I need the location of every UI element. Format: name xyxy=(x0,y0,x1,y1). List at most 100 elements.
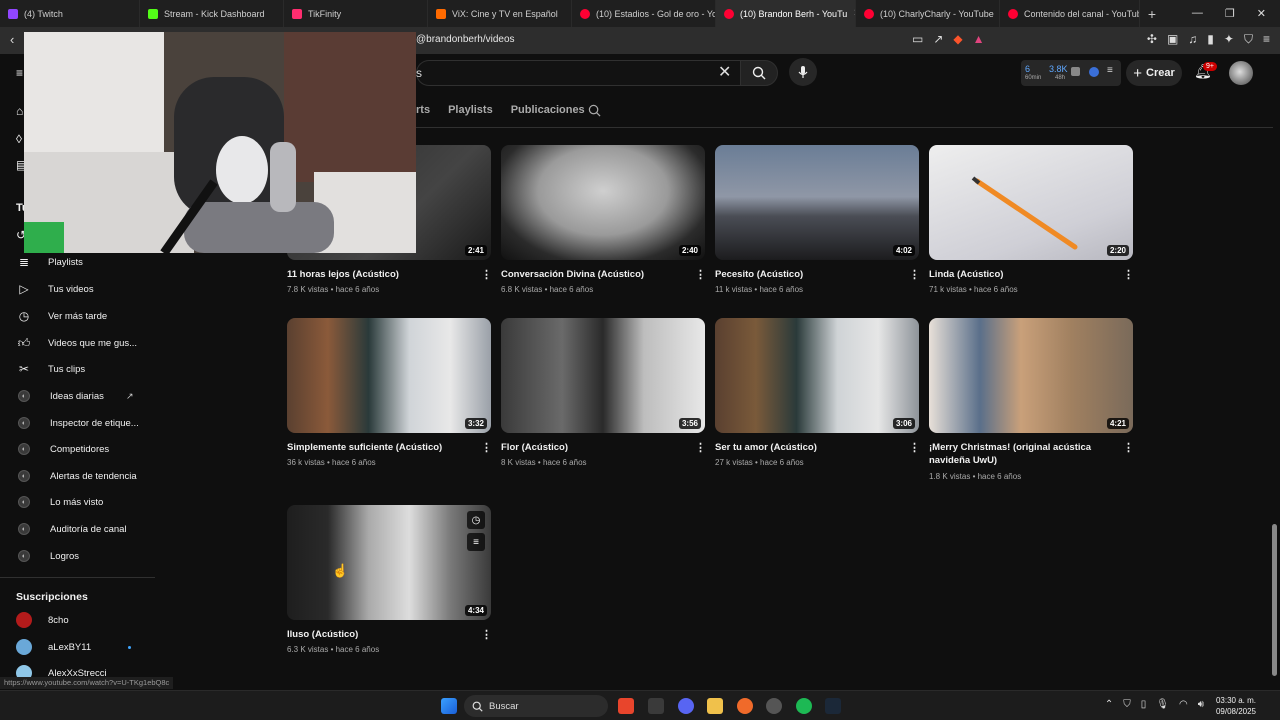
shorts-icon[interactable]: ◊ xyxy=(16,132,22,146)
back-icon[interactable]: ‹ xyxy=(10,32,14,47)
sidebar-icon[interactable]: ▮ xyxy=(1207,32,1214,47)
capcut-icon[interactable] xyxy=(648,698,664,714)
add-to-queue-icon[interactable]: ≡ xyxy=(467,533,485,551)
browser-tab[interactable]: TikFinity xyxy=(284,0,428,27)
cast-icon[interactable]: ▭ xyxy=(912,32,923,46)
subscription-item[interactable]: 8cho xyxy=(0,607,155,633)
more-options-icon[interactable]: ⋮ xyxy=(1123,268,1134,281)
microphone-icon[interactable]: 🎙︎ xyxy=(1156,699,1169,710)
discord-icon[interactable] xyxy=(678,698,694,714)
video-title[interactable]: 11 horas lejos (Acústico) xyxy=(287,268,467,281)
close-window-icon[interactable]: ✕ xyxy=(1257,7,1266,20)
home-icon[interactable]: ⌂ xyxy=(16,104,23,118)
url-text[interactable]: @brandonberh/videos xyxy=(416,34,515,45)
sidebar-item-trend-alerts[interactable]: ◐ Alertas de tendencia xyxy=(0,463,155,489)
browser-tab[interactable]: Stream - Kick Dashboard xyxy=(140,0,284,27)
video-card[interactable]: 4:21 ¡Merry Christmas! (original acústic… xyxy=(929,318,1134,490)
wifi-icon[interactable]: ◠ xyxy=(1179,699,1188,710)
video-title[interactable]: Pecesito (Acústico) xyxy=(715,268,895,281)
browser-tab[interactable]: ViX: Cine y TV en Español xyxy=(428,0,572,27)
more-options-icon[interactable]: ⋮ xyxy=(695,441,706,454)
video-card[interactable]: ◷ ≡ 4:34 Iluso (Acústico) 6.3 K vistas •… xyxy=(287,505,492,665)
video-thumbnail[interactable]: 2:20 xyxy=(929,145,1133,260)
video-title[interactable]: Linda (Acústico) xyxy=(929,268,1109,281)
search-input[interactable] xyxy=(416,60,740,86)
sidebar-item-most-viewed[interactable]: ◐ Lo más visto xyxy=(0,489,155,515)
usb-icon[interactable]: ▯ xyxy=(1141,699,1147,710)
sidebar-item-watch-later[interactable]: ◷ Ver más tarde xyxy=(0,303,155,329)
steam-icon[interactable] xyxy=(825,698,841,714)
tab-search-icon[interactable]: ▣ xyxy=(1167,32,1178,47)
watch-later-icon[interactable]: ◷ xyxy=(467,511,485,529)
video-thumbnail[interactable]: 3:06 xyxy=(715,318,919,433)
channel-search-icon[interactable] xyxy=(588,104,601,120)
clear-search-icon[interactable]: ✕ xyxy=(718,62,731,82)
share-icon[interactable]: ↗ xyxy=(933,32,943,46)
video-thumbnail[interactable]: ◷ ≡ 4:34 xyxy=(287,505,491,620)
security-icon[interactable]: ⛉ xyxy=(1123,699,1131,710)
more-options-icon[interactable]: ⋮ xyxy=(481,268,492,281)
video-title[interactable]: Ser tu amor (Acústico) xyxy=(715,441,895,454)
browser-tab[interactable]: (10) Estadios - Gol de oro - Yo xyxy=(572,0,716,27)
video-title[interactable]: Iluso (Acústico) xyxy=(287,628,467,641)
music-icon[interactable]: ♫ xyxy=(1188,32,1197,47)
voice-search-button[interactable] xyxy=(789,58,817,86)
stats-widget[interactable]: 6 60min 3.8K 48h ≡ xyxy=(1021,60,1121,86)
video-thumbnail[interactable]: 3:56 xyxy=(501,318,705,433)
subscription-item[interactable]: aLexBY11 xyxy=(0,634,155,660)
video-title[interactable]: Conversación Divina (Acústico) xyxy=(501,268,681,281)
more-options-icon[interactable]: ⋮ xyxy=(695,268,706,281)
search-button[interactable] xyxy=(740,60,778,86)
sidebar-item-channel-audit[interactable]: ◐ Auditoría de canal xyxy=(0,516,155,542)
extensions-icon[interactable]: ✣ xyxy=(1147,32,1157,47)
sidebar-item-competitors[interactable]: ◐ Competidores xyxy=(0,436,155,462)
create-button[interactable]: + Crear xyxy=(1126,60,1182,86)
minimize-icon[interactable]: — xyxy=(1192,7,1203,20)
menu-icon[interactable]: ≡ xyxy=(1263,32,1270,47)
browser-tab[interactable]: (4) Twitch xyxy=(0,0,140,27)
more-options-icon[interactable]: ⋮ xyxy=(909,441,920,454)
restore-icon[interactable]: ❐ xyxy=(1225,7,1235,20)
spotify-icon[interactable] xyxy=(796,698,812,714)
subscriptions-heading[interactable]: Suscripciones xyxy=(16,591,88,603)
more-options-icon[interactable]: ⋮ xyxy=(1123,441,1134,454)
sidebar-item-clips[interactable]: ✂ Tus clips xyxy=(0,356,155,382)
page-scrollbar[interactable] xyxy=(1272,524,1277,676)
new-tab-button[interactable]: + xyxy=(1140,6,1164,22)
video-thumbnail[interactable]: 4:02 xyxy=(715,145,919,260)
more-options-icon[interactable]: ⋮ xyxy=(481,628,492,641)
hamburger-menu-icon[interactable]: ≡ xyxy=(16,66,23,80)
tab-posts[interactable]: Publicaciones xyxy=(511,104,585,116)
video-thumbnail[interactable]: 4:21 xyxy=(929,318,1133,433)
browser-tab[interactable]: Contenido del canal - YouTube xyxy=(1000,0,1140,27)
sidebar-item-tag-inspector[interactable]: ◐ Inspector de etique... xyxy=(0,410,155,436)
browser-tab[interactable]: (10) CharlyCharly - YouTube xyxy=(856,0,1000,27)
brave-icon[interactable] xyxy=(618,698,634,714)
tab-playlists[interactable]: Playlists xyxy=(448,104,493,116)
video-card[interactable]: 3:06 Ser tu amor (Acústico) 27 k vistas … xyxy=(715,318,920,478)
vpn-icon[interactable]: ⛉ xyxy=(1244,32,1253,47)
taskbar-clock[interactable]: 03:30 a. m. 09/08/2025 xyxy=(1216,695,1256,717)
video-card[interactable]: 4:02 Pecesito (Acústico) 11 k vistas • h… xyxy=(715,145,920,305)
video-title[interactable]: Simplemente suficiente (Acústico) xyxy=(287,441,467,454)
avatar[interactable] xyxy=(1229,61,1253,85)
video-title[interactable]: Flor (Acústico) xyxy=(501,441,681,454)
video-card[interactable]: 2:20 Linda (Acústico) 71 k vistas • hace… xyxy=(929,145,1134,305)
more-options-icon[interactable]: ⋮ xyxy=(909,268,920,281)
sidebar-item-daily-ideas[interactable]: ◐ Ideas diarias ↗ xyxy=(0,383,155,409)
video-title[interactable]: ¡Merry Christmas! (original acústica navi… xyxy=(929,441,1109,467)
video-card[interactable]: 3:32 Simplemente suficiente (Acústico) 3… xyxy=(287,318,492,478)
video-card[interactable]: 2:40 Conversación Divina (Acústico) 6.8 … xyxy=(501,145,706,305)
obs-icon[interactable] xyxy=(766,698,782,714)
volume-icon[interactable]: 🔊︎ xyxy=(1198,699,1204,710)
file-explorer-icon[interactable] xyxy=(707,698,723,714)
sidebar-item-your-videos[interactable]: ▷ Tus videos xyxy=(0,276,155,302)
app-icon[interactable] xyxy=(737,698,753,714)
brave-rewards-icon[interactable]: ▲ xyxy=(973,32,985,46)
chevron-up-icon[interactable]: ⌃ xyxy=(1105,699,1113,710)
start-icon[interactable] xyxy=(441,698,457,714)
leo-icon[interactable]: ✦ xyxy=(1224,32,1234,47)
video-thumbnail[interactable]: 2:40 xyxy=(501,145,705,260)
sidebar-item-achievements[interactable]: ◐ Logros xyxy=(0,543,155,569)
sidebar-item-liked-videos[interactable]: 👍︎ Videos que me gus... xyxy=(0,330,155,356)
